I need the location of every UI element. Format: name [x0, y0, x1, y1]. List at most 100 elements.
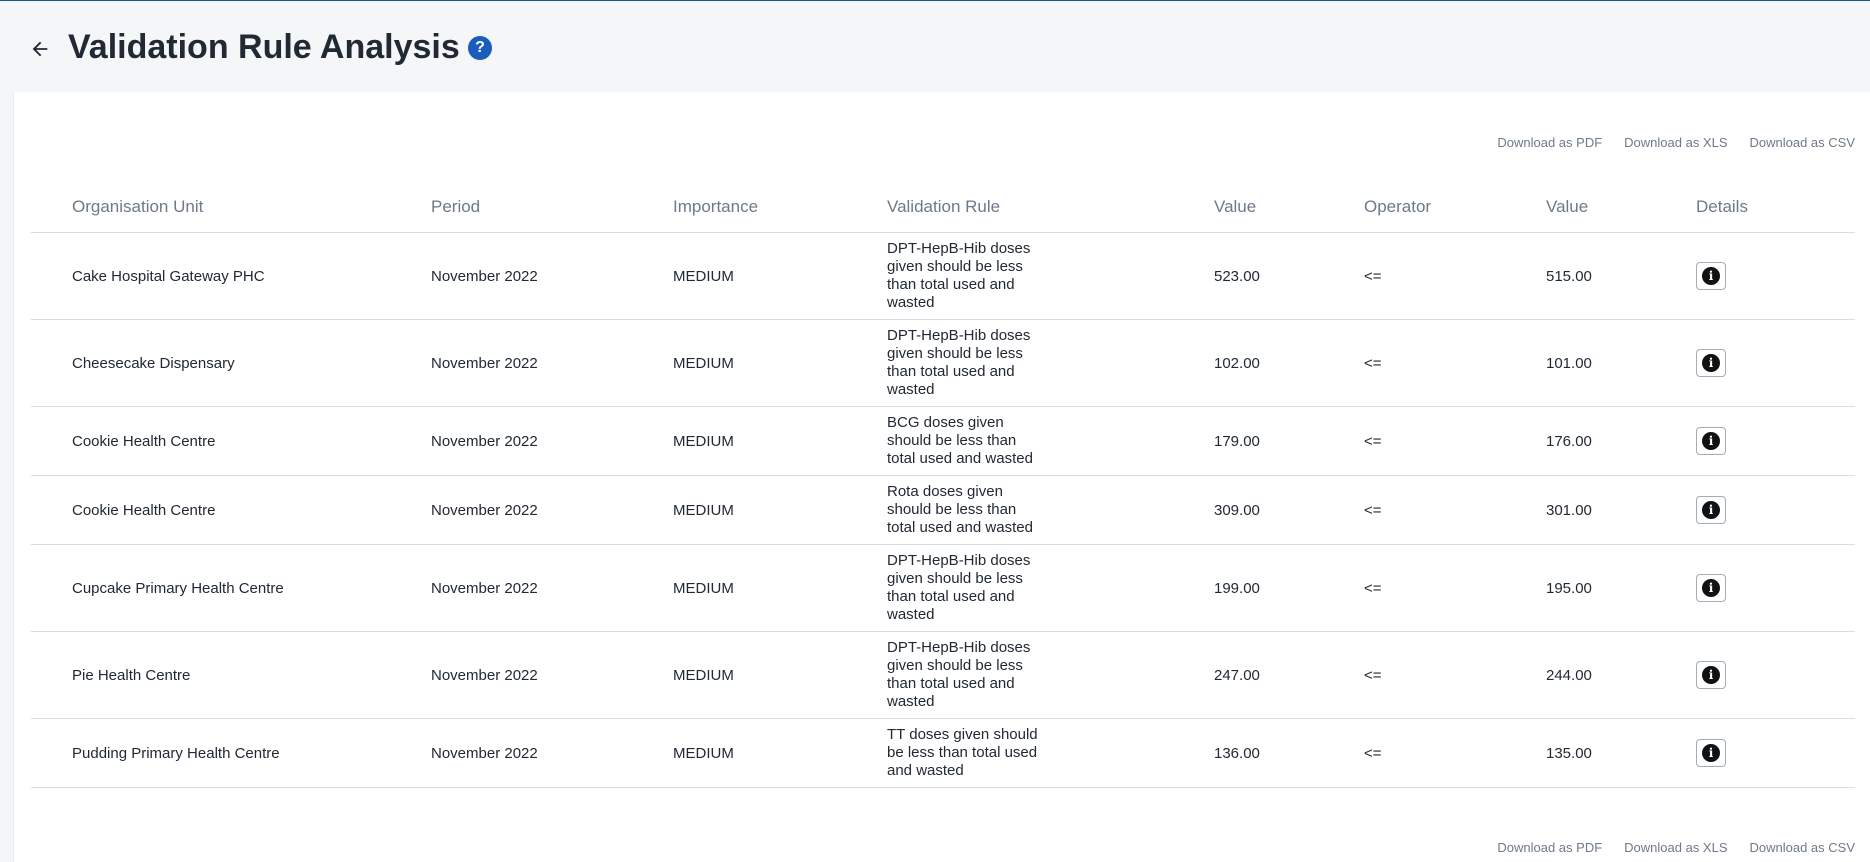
validation-rule-cell: DPT-HepB-Hib doses given should be less …	[887, 631, 1214, 719]
download-pdf-link[interactable]: Download as PDF	[1497, 840, 1602, 855]
column-header-validation-rule[interactable]: Validation Rule	[887, 182, 1214, 233]
validation-rule-text: Rota doses given should be less than tot…	[887, 483, 1033, 536]
table-row: Cheesecake Dispensary November 2022 MEDI…	[31, 319, 1855, 407]
validation-rule-text: TT doses given should be less than total…	[887, 726, 1038, 779]
org-unit-cell: Cheesecake Dispensary	[31, 319, 431, 407]
column-header-right-value[interactable]: Value	[1546, 182, 1696, 233]
left-value-cell: 199.00	[1214, 544, 1364, 632]
details-button[interactable]: i	[1696, 496, 1726, 524]
operator-cell: <=	[1364, 544, 1546, 632]
details-cell: i	[1696, 319, 1855, 407]
validation-rule-cell: DPT-HepB-Hib doses given should be less …	[887, 544, 1214, 632]
period-cell: November 2022	[431, 544, 673, 632]
details-cell: i	[1696, 232, 1855, 320]
validation-rule-cell: DPT-HepB-Hib doses given should be less …	[887, 232, 1214, 320]
validation-rule-text: BCG doses given should be less than tota…	[887, 414, 1033, 467]
left-value-cell: 136.00	[1214, 718, 1364, 788]
column-header-left-value[interactable]: Value	[1214, 182, 1364, 233]
validation-rule-text: DPT-HepB-Hib doses given should be less …	[887, 327, 1031, 398]
org-unit-cell: Cookie Health Centre	[31, 406, 431, 476]
org-unit-cell: Pie Health Centre	[31, 631, 431, 719]
org-unit-cell: Cake Hospital Gateway PHC	[31, 232, 431, 320]
right-value-cell: 301.00	[1546, 475, 1696, 545]
operator-cell: <=	[1364, 232, 1546, 320]
column-header-importance[interactable]: Importance	[673, 182, 887, 233]
download-xls-link[interactable]: Download as XLS	[1624, 135, 1727, 150]
validation-results-table: Organisation Unit Period Importance Vali…	[31, 182, 1855, 788]
period-cell: November 2022	[431, 718, 673, 788]
details-button[interactable]: i	[1696, 574, 1726, 602]
period-cell: November 2022	[431, 631, 673, 719]
left-value-cell: 309.00	[1214, 475, 1364, 545]
importance-cell: MEDIUM	[673, 406, 887, 476]
operator-cell: <=	[1364, 319, 1546, 407]
validation-rule-cell: TT doses given should be less than total…	[887, 718, 1214, 788]
importance-cell: MEDIUM	[673, 319, 887, 407]
validation-rule-text: DPT-HepB-Hib doses given should be less …	[887, 552, 1031, 623]
table-row: Cupcake Primary Health Centre November 2…	[31, 544, 1855, 632]
table-row: Cake Hospital Gateway PHC November 2022 …	[31, 232, 1855, 320]
period-cell: November 2022	[431, 319, 673, 407]
right-value-cell: 135.00	[1546, 718, 1696, 788]
org-unit-cell: Cookie Health Centre	[31, 475, 431, 545]
arrow-left-icon	[32, 41, 48, 57]
column-header-details: Details	[1696, 182, 1855, 233]
download-links-bottom: Download as PDF Download as XLS Download…	[1497, 840, 1855, 855]
table-row: Cookie Health Centre November 2022 MEDIU…	[31, 475, 1855, 545]
right-value-cell: 101.00	[1546, 319, 1696, 407]
org-unit-cell: Cupcake Primary Health Centre	[31, 544, 431, 632]
question-circle-icon[interactable]: ?	[468, 36, 492, 60]
left-value-cell: 523.00	[1214, 232, 1364, 320]
table-row: Pie Health Centre November 2022 MEDIUM D…	[31, 631, 1855, 719]
details-button[interactable]: i	[1696, 661, 1726, 689]
details-cell: i	[1696, 544, 1855, 632]
table-header-row: Organisation Unit Period Importance Vali…	[31, 182, 1855, 233]
download-xls-link[interactable]: Download as XLS	[1624, 840, 1727, 855]
validation-rule-text: DPT-HepB-Hib doses given should be less …	[887, 639, 1031, 710]
operator-cell: <=	[1364, 631, 1546, 719]
info-icon: i	[1702, 744, 1720, 762]
left-value-cell: 179.00	[1214, 406, 1364, 476]
importance-cell: MEDIUM	[673, 718, 887, 788]
right-value-cell: 244.00	[1546, 631, 1696, 719]
details-button[interactable]: i	[1696, 349, 1726, 377]
download-pdf-link[interactable]: Download as PDF	[1497, 135, 1602, 150]
operator-cell: <=	[1364, 475, 1546, 545]
info-icon: i	[1702, 267, 1720, 285]
help-glyph: ?	[475, 39, 485, 56]
right-value-cell: 195.00	[1546, 544, 1696, 632]
column-header-operator[interactable]: Operator	[1364, 182, 1546, 233]
period-cell: November 2022	[431, 406, 673, 476]
validation-rule-cell: DPT-HepB-Hib doses given should be less …	[887, 319, 1214, 407]
details-button[interactable]: i	[1696, 427, 1726, 455]
details-cell: i	[1696, 631, 1855, 719]
importance-cell: MEDIUM	[673, 475, 887, 545]
column-header-period[interactable]: Period	[431, 182, 673, 233]
download-links-top: Download as PDF Download as XLS Download…	[1497, 135, 1855, 150]
right-value-cell: 515.00	[1546, 232, 1696, 320]
details-cell: i	[1696, 475, 1855, 545]
info-icon: i	[1702, 432, 1720, 450]
period-cell: November 2022	[431, 232, 673, 320]
column-header-organisation-unit[interactable]: Organisation Unit	[31, 182, 431, 233]
back-button[interactable]	[26, 35, 54, 63]
info-icon: i	[1702, 501, 1720, 519]
info-icon: i	[1702, 666, 1720, 684]
info-icon: i	[1702, 579, 1720, 597]
page-header: Validation Rule Analysis ?	[0, 1, 1870, 91]
org-unit-cell: Pudding Primary Health Centre	[31, 718, 431, 788]
details-cell: i	[1696, 718, 1855, 788]
results-panel: Download as PDF Download as XLS Download…	[13, 92, 1870, 862]
download-csv-link[interactable]: Download as CSV	[1750, 840, 1856, 855]
table-row: Pudding Primary Health Centre November 2…	[31, 718, 1855, 788]
details-button[interactable]: i	[1696, 262, 1726, 290]
validation-rule-text: DPT-HepB-Hib doses given should be less …	[887, 240, 1031, 311]
operator-cell: <=	[1364, 406, 1546, 476]
validation-rule-cell: BCG doses given should be less than tota…	[887, 406, 1214, 476]
importance-cell: MEDIUM	[673, 544, 887, 632]
download-csv-link[interactable]: Download as CSV	[1750, 135, 1856, 150]
period-cell: November 2022	[431, 475, 673, 545]
details-button[interactable]: i	[1696, 739, 1726, 767]
info-icon: i	[1702, 354, 1720, 372]
right-value-cell: 176.00	[1546, 406, 1696, 476]
